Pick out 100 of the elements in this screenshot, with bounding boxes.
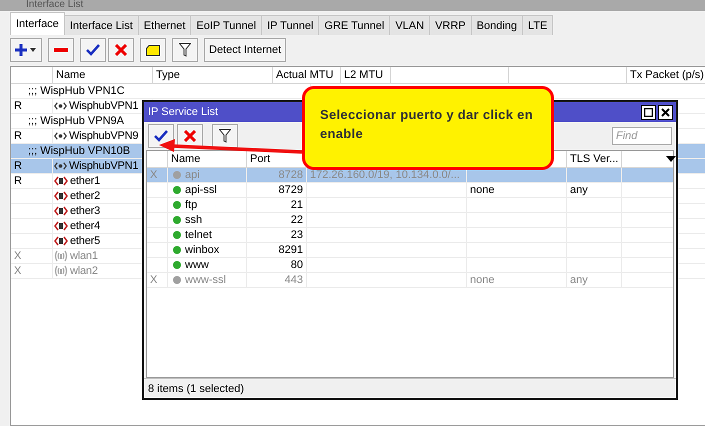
port-text: 21 <box>290 198 303 212</box>
certificate-text: none <box>470 182 494 198</box>
tab[interactable]: GRE Tunnel <box>318 15 390 35</box>
service-row[interactable]: winbox 8291 <box>147 243 673 258</box>
maximize-button[interactable] <box>641 104 656 120</box>
find-field[interactable]: Find <box>612 127 672 145</box>
comment-button[interactable] <box>140 38 166 62</box>
service-row[interactable]: www 80 <box>147 258 673 273</box>
column-header[interactable]: Port <box>250 153 270 165</box>
status-dot-icon <box>173 216 181 224</box>
comment-text: ;;; WispHub VPN9A <box>27 114 124 128</box>
tls-version-text: any <box>570 272 588 288</box>
column-header[interactable]: Type <box>156 69 180 81</box>
disable-button[interactable] <box>108 38 134 62</box>
column-header[interactable]: Name <box>56 69 86 81</box>
instruction-tooltip: Seleccionar puerto y dar click en enable <box>302 86 554 170</box>
tls-version-text: any <box>570 182 588 198</box>
column-header[interactable]: Tx Packet (p/s) <box>630 69 704 81</box>
tab[interactable]: VRRP <box>429 15 472 35</box>
flag-text: X <box>14 264 22 278</box>
column-header[interactable]: Actual MTU <box>276 69 334 81</box>
service-row[interactable]: ftp 21 <box>147 198 673 213</box>
status-dot-icon <box>173 246 181 254</box>
tunnel-icon <box>54 101 67 111</box>
status-dot-icon <box>173 261 181 269</box>
remove-button[interactable] <box>48 38 74 62</box>
service-row[interactable]: telnet 23 <box>147 228 673 243</box>
flag-text: R <box>14 128 22 144</box>
interface-name: ether2 <box>70 188 100 204</box>
filter-icon <box>179 43 191 57</box>
tab[interactable]: VLAN <box>389 15 430 35</box>
detect-internet-button[interactable]: Detect Internet <box>204 38 286 62</box>
flag-text: R <box>14 158 22 174</box>
column-header[interactable]: L2 MTU <box>344 69 384 81</box>
tab[interactable]: Interface List <box>64 15 139 35</box>
service-name: www-ssl <box>185 272 226 288</box>
interface-name: ether1 <box>70 174 100 188</box>
interface-name: WisphubVPN9 <box>69 128 138 144</box>
maximize-icon <box>644 108 653 116</box>
service-window-title: IP Service List <box>148 106 218 118</box>
tab[interactable]: IP Tunnel <box>261 15 320 35</box>
interface-name: WisphubVPN1 <box>69 158 138 174</box>
close-icon <box>661 108 670 116</box>
checkmark-icon <box>86 44 100 56</box>
note-icon <box>146 44 160 56</box>
port-text: 8729 <box>278 182 303 198</box>
column-header[interactable]: Name <box>171 153 200 165</box>
tunnel-icon <box>54 161 67 171</box>
close-button[interactable] <box>658 104 673 120</box>
port-text: 22 <box>290 212 303 228</box>
interface-name: wlan1 <box>70 248 98 264</box>
wireless-icon <box>54 250 68 262</box>
tab[interactable]: EoIP Tunnel <box>190 15 262 35</box>
interface-name: ether5 <box>70 234 100 248</box>
minus-icon <box>54 48 68 52</box>
enable-button[interactable] <box>80 38 106 62</box>
status-text: 8 items (1 selected) <box>148 382 244 394</box>
add-button[interactable] <box>10 38 42 62</box>
service-row[interactable]: api-ssl 8729 none any <box>147 183 673 198</box>
checkmark-icon <box>154 130 168 142</box>
flag-text: X <box>150 168 158 182</box>
interface-name: WisphubVPN1 <box>69 98 138 114</box>
flag-text: X <box>150 272 158 288</box>
column-header[interactable]: TLS Ver... <box>570 153 618 165</box>
flag-text: X <box>14 248 22 264</box>
tunnel-icon <box>54 131 67 141</box>
service-name: winbox <box>185 242 220 258</box>
comment-text: ;;; WispHub VPN10B <box>27 144 130 158</box>
service-name: www <box>185 258 209 272</box>
status-dot-icon <box>173 171 181 179</box>
port-text: 8728 <box>278 168 303 182</box>
port-text: 23 <box>290 228 303 242</box>
x-icon <box>115 44 127 56</box>
service-name: ssh <box>185 212 202 228</box>
service-name: ftp <box>185 198 198 212</box>
tab[interactable]: Bonding <box>470 15 524 35</box>
tab[interactable]: Interface <box>10 12 65 35</box>
interface-name: wlan2 <box>70 264 98 278</box>
tab[interactable]: Ethernet <box>138 15 192 35</box>
service-name: api <box>185 168 200 182</box>
x-icon <box>184 130 196 142</box>
flag-text: R <box>14 98 22 114</box>
port-text: 8291 <box>278 242 303 258</box>
ethernet-icon <box>54 175 68 187</box>
dropdown-icon[interactable] <box>666 156 676 162</box>
plus-icon <box>15 44 37 56</box>
tab[interactable]: LTE <box>522 15 554 35</box>
filter-button[interactable] <box>172 38 198 62</box>
ethernet-icon <box>54 235 68 247</box>
interface-name: ether4 <box>70 218 100 234</box>
interface-name: ether3 <box>70 204 100 218</box>
status-dot-icon <box>173 201 181 209</box>
address-text: 172.26.160.0/19, 10.134.0.0/... <box>310 168 460 182</box>
filter-button[interactable] <box>212 124 238 148</box>
window-title: Interface List <box>26 0 84 10</box>
service-row[interactable]: ssh 22 <box>147 213 673 228</box>
certificate-text: none <box>470 272 494 288</box>
ethernet-icon <box>54 205 68 217</box>
ethernet-icon <box>54 220 68 232</box>
flag-text: R <box>14 174 22 188</box>
